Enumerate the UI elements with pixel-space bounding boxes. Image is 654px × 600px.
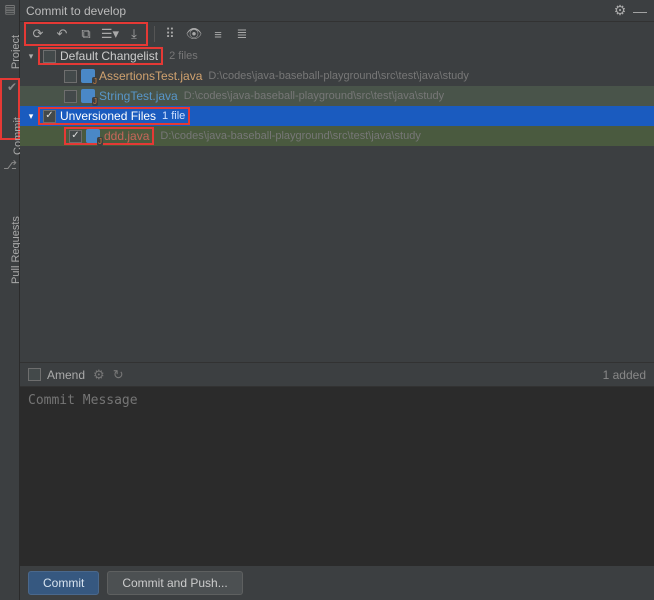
project-icon: ▤	[0, 2, 20, 16]
group-by-icon[interactable]: ⠿	[161, 25, 179, 43]
file-name: AssertionsTest.java	[99, 69, 202, 83]
shelve-icon[interactable]: ⤓	[125, 25, 143, 43]
unversioned-files-node[interactable]: ▾ Unversioned Files 1 file	[20, 106, 654, 126]
amend-label: Amend	[47, 368, 85, 382]
file-row-assertions[interactable]: AssertionsTest.java D:\codes\java-baseba…	[20, 66, 654, 86]
gear-icon[interactable]: ⚙	[93, 367, 105, 383]
panel-title: Commit to develop	[26, 4, 608, 18]
toolbar: ⟳ ↶ ⧉ ☰▾ ⤓ ⠿ 👁 ≡ ≣	[20, 22, 654, 46]
commit-icon: ✔	[2, 80, 22, 94]
commit-message-input[interactable]	[20, 387, 654, 566]
file-row-ddd[interactable]: ddd.java D:\codes\java-baseball-playgrou…	[20, 126, 654, 146]
checkbox[interactable]	[43, 110, 56, 123]
java-file-icon	[81, 89, 95, 103]
commit-button-label: Commit	[43, 576, 84, 590]
gear-icon[interactable]: ⚙	[612, 3, 628, 19]
sidebar-tab-project[interactable]: ▤ Project	[0, 2, 20, 56]
pull-request-icon: ⎇	[0, 158, 20, 172]
file-row-stringtest[interactable]: StringTest.java D:\codes\java-baseball-p…	[20, 86, 654, 106]
java-file-icon	[81, 69, 95, 83]
amend-bar: Amend ⚙ ↻ 1 added	[20, 362, 654, 386]
unversioned-label: Unversioned Files	[60, 109, 156, 123]
file-path: D:\codes\java-baseball-playground\src\te…	[160, 130, 420, 142]
file-name: ddd.java	[104, 129, 149, 143]
checkbox[interactable]	[69, 130, 82, 143]
commit-and-push-button[interactable]: Commit and Push...	[107, 571, 242, 595]
chevron-down-icon[interactable]: ▾	[24, 111, 38, 122]
refresh-icon[interactable]: ⟳	[29, 25, 47, 43]
sidebar-tab-pull-requests[interactable]: ⎇ Pull Requests	[0, 158, 20, 256]
file-name: StringTest.java	[99, 89, 178, 103]
commit-and-push-label: Commit and Push...	[122, 576, 227, 590]
expand-icon[interactable]: ≡	[209, 25, 227, 43]
history-icon[interactable]: ↻	[113, 367, 124, 383]
show-options-icon[interactable]: 👁	[185, 25, 203, 43]
sidebar-tab-commit[interactable]: ✔ Commit	[0, 78, 20, 140]
added-count: 1 added	[603, 368, 646, 382]
checkbox[interactable]	[43, 50, 56, 63]
amend-checkbox[interactable]	[28, 368, 41, 381]
unversioned-count: 1 file	[162, 110, 185, 122]
rollback-icon[interactable]: ↶	[53, 25, 71, 43]
changelist-icon[interactable]: ☰▾	[101, 25, 119, 43]
file-path: D:\codes\java-baseball-playground\src\te…	[184, 90, 444, 102]
checkbox[interactable]	[64, 90, 77, 103]
collapse-icon[interactable]: ≣	[233, 25, 251, 43]
file-path: D:\codes\java-baseball-playground\src\te…	[208, 70, 468, 82]
changes-tree: ▾ Default Changelist 2 files AssertionsT…	[20, 46, 654, 146]
separator	[154, 26, 155, 42]
chevron-down-icon[interactable]: ▾	[24, 51, 38, 62]
checkbox[interactable]	[64, 70, 77, 83]
panel-title-bar: Commit to develop ⚙ —	[20, 0, 654, 22]
default-changelist-node[interactable]: ▾ Default Changelist 2 files	[20, 46, 654, 66]
default-changelist-label: Default Changelist	[60, 49, 158, 63]
minimize-icon[interactable]: —	[632, 3, 648, 19]
diff-icon[interactable]: ⧉	[77, 25, 95, 43]
default-changelist-count: 2 files	[169, 50, 198, 62]
java-file-icon	[86, 129, 100, 143]
commit-button[interactable]: Commit	[28, 571, 99, 595]
